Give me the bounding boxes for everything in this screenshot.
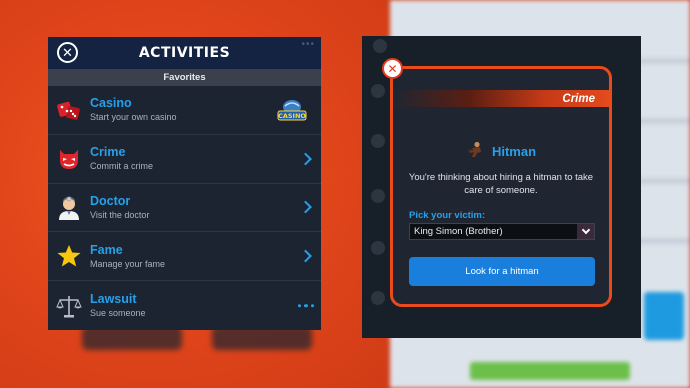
item-title: Crime — [90, 145, 126, 160]
item-subtitle: Sue someone — [90, 308, 146, 319]
item-title: Fame — [90, 242, 123, 257]
header-dots: ••• — [301, 39, 315, 50]
chevron-right-icon[interactable] — [299, 152, 312, 166]
item-subtitle: Manage your fame — [90, 258, 166, 269]
item-title: Casino — [90, 96, 132, 111]
item-subtitle: Commit a crime — [90, 161, 154, 172]
item-title: Lawsuit — [90, 292, 137, 307]
hitman-figure-icon — [466, 141, 484, 162]
dice-icon — [56, 97, 82, 123]
category-label: Crime — [562, 92, 595, 105]
look-for-hitman-button[interactable]: Look for a hitman — [409, 257, 595, 286]
chevron-right-icon[interactable] — [299, 249, 312, 263]
casino-badge-icon: CASINO — [277, 98, 307, 122]
modal-title: Hitman — [491, 144, 537, 159]
close-icon[interactable]: ✕ — [57, 42, 78, 63]
list-item-lawsuit[interactable]: Lawsuit Sue someone — [48, 281, 321, 330]
category-banner: Crime — [393, 90, 609, 107]
item-title: Doctor — [90, 193, 131, 208]
doctor-icon — [56, 194, 82, 221]
chevron-down-icon[interactable] — [577, 224, 594, 239]
star-icon — [56, 243, 82, 269]
hitman-heading: Hitman — [393, 141, 609, 162]
activities-title: ACTIVITIES — [138, 45, 231, 61]
activities-header: ✕ ACTIVITIES ••• — [48, 37, 321, 69]
hitman-modal: ✕ Crime Hitman You're thinking about hir… — [382, 58, 612, 307]
item-subtitle: Start your own casino — [90, 112, 177, 123]
modal-description: You're thinking about hiring a hitman to… — [408, 172, 594, 196]
list-item-fame[interactable]: Fame Manage your fame — [48, 232, 321, 282]
activities-panel: ✕ ACTIVITIES ••• Favorites Casino Start … — [48, 37, 321, 330]
chevron-right-icon[interactable] — [299, 201, 312, 214]
background-list-ghost — [362, 36, 390, 338]
victim-picker-label: Pick your victim: — [409, 210, 486, 221]
hitman-screen: ✕ Crime Hitman You're thinking about hir… — [362, 36, 641, 338]
list-item-doctor[interactable]: Doctor Visit the doctor — [48, 184, 321, 233]
more-options-icon[interactable] — [297, 303, 314, 308]
devil-mask-icon — [56, 146, 82, 172]
close-icon[interactable]: ✕ — [382, 58, 403, 79]
item-subtitle: Visit the doctor — [90, 209, 150, 220]
casino-badge-label: CASINO — [278, 112, 306, 120]
victim-selected-value: King Simon (Brother) — [414, 226, 503, 237]
victim-dropdown[interactable]: King Simon (Brother) — [409, 223, 595, 240]
list-item-crime[interactable]: Crime Commit a crime — [48, 135, 321, 184]
list-item-casino[interactable]: Casino Start your own casino CASINO — [48, 86, 321, 135]
scales-icon — [56, 293, 82, 319]
favorites-section-header: Favorites — [48, 69, 321, 86]
